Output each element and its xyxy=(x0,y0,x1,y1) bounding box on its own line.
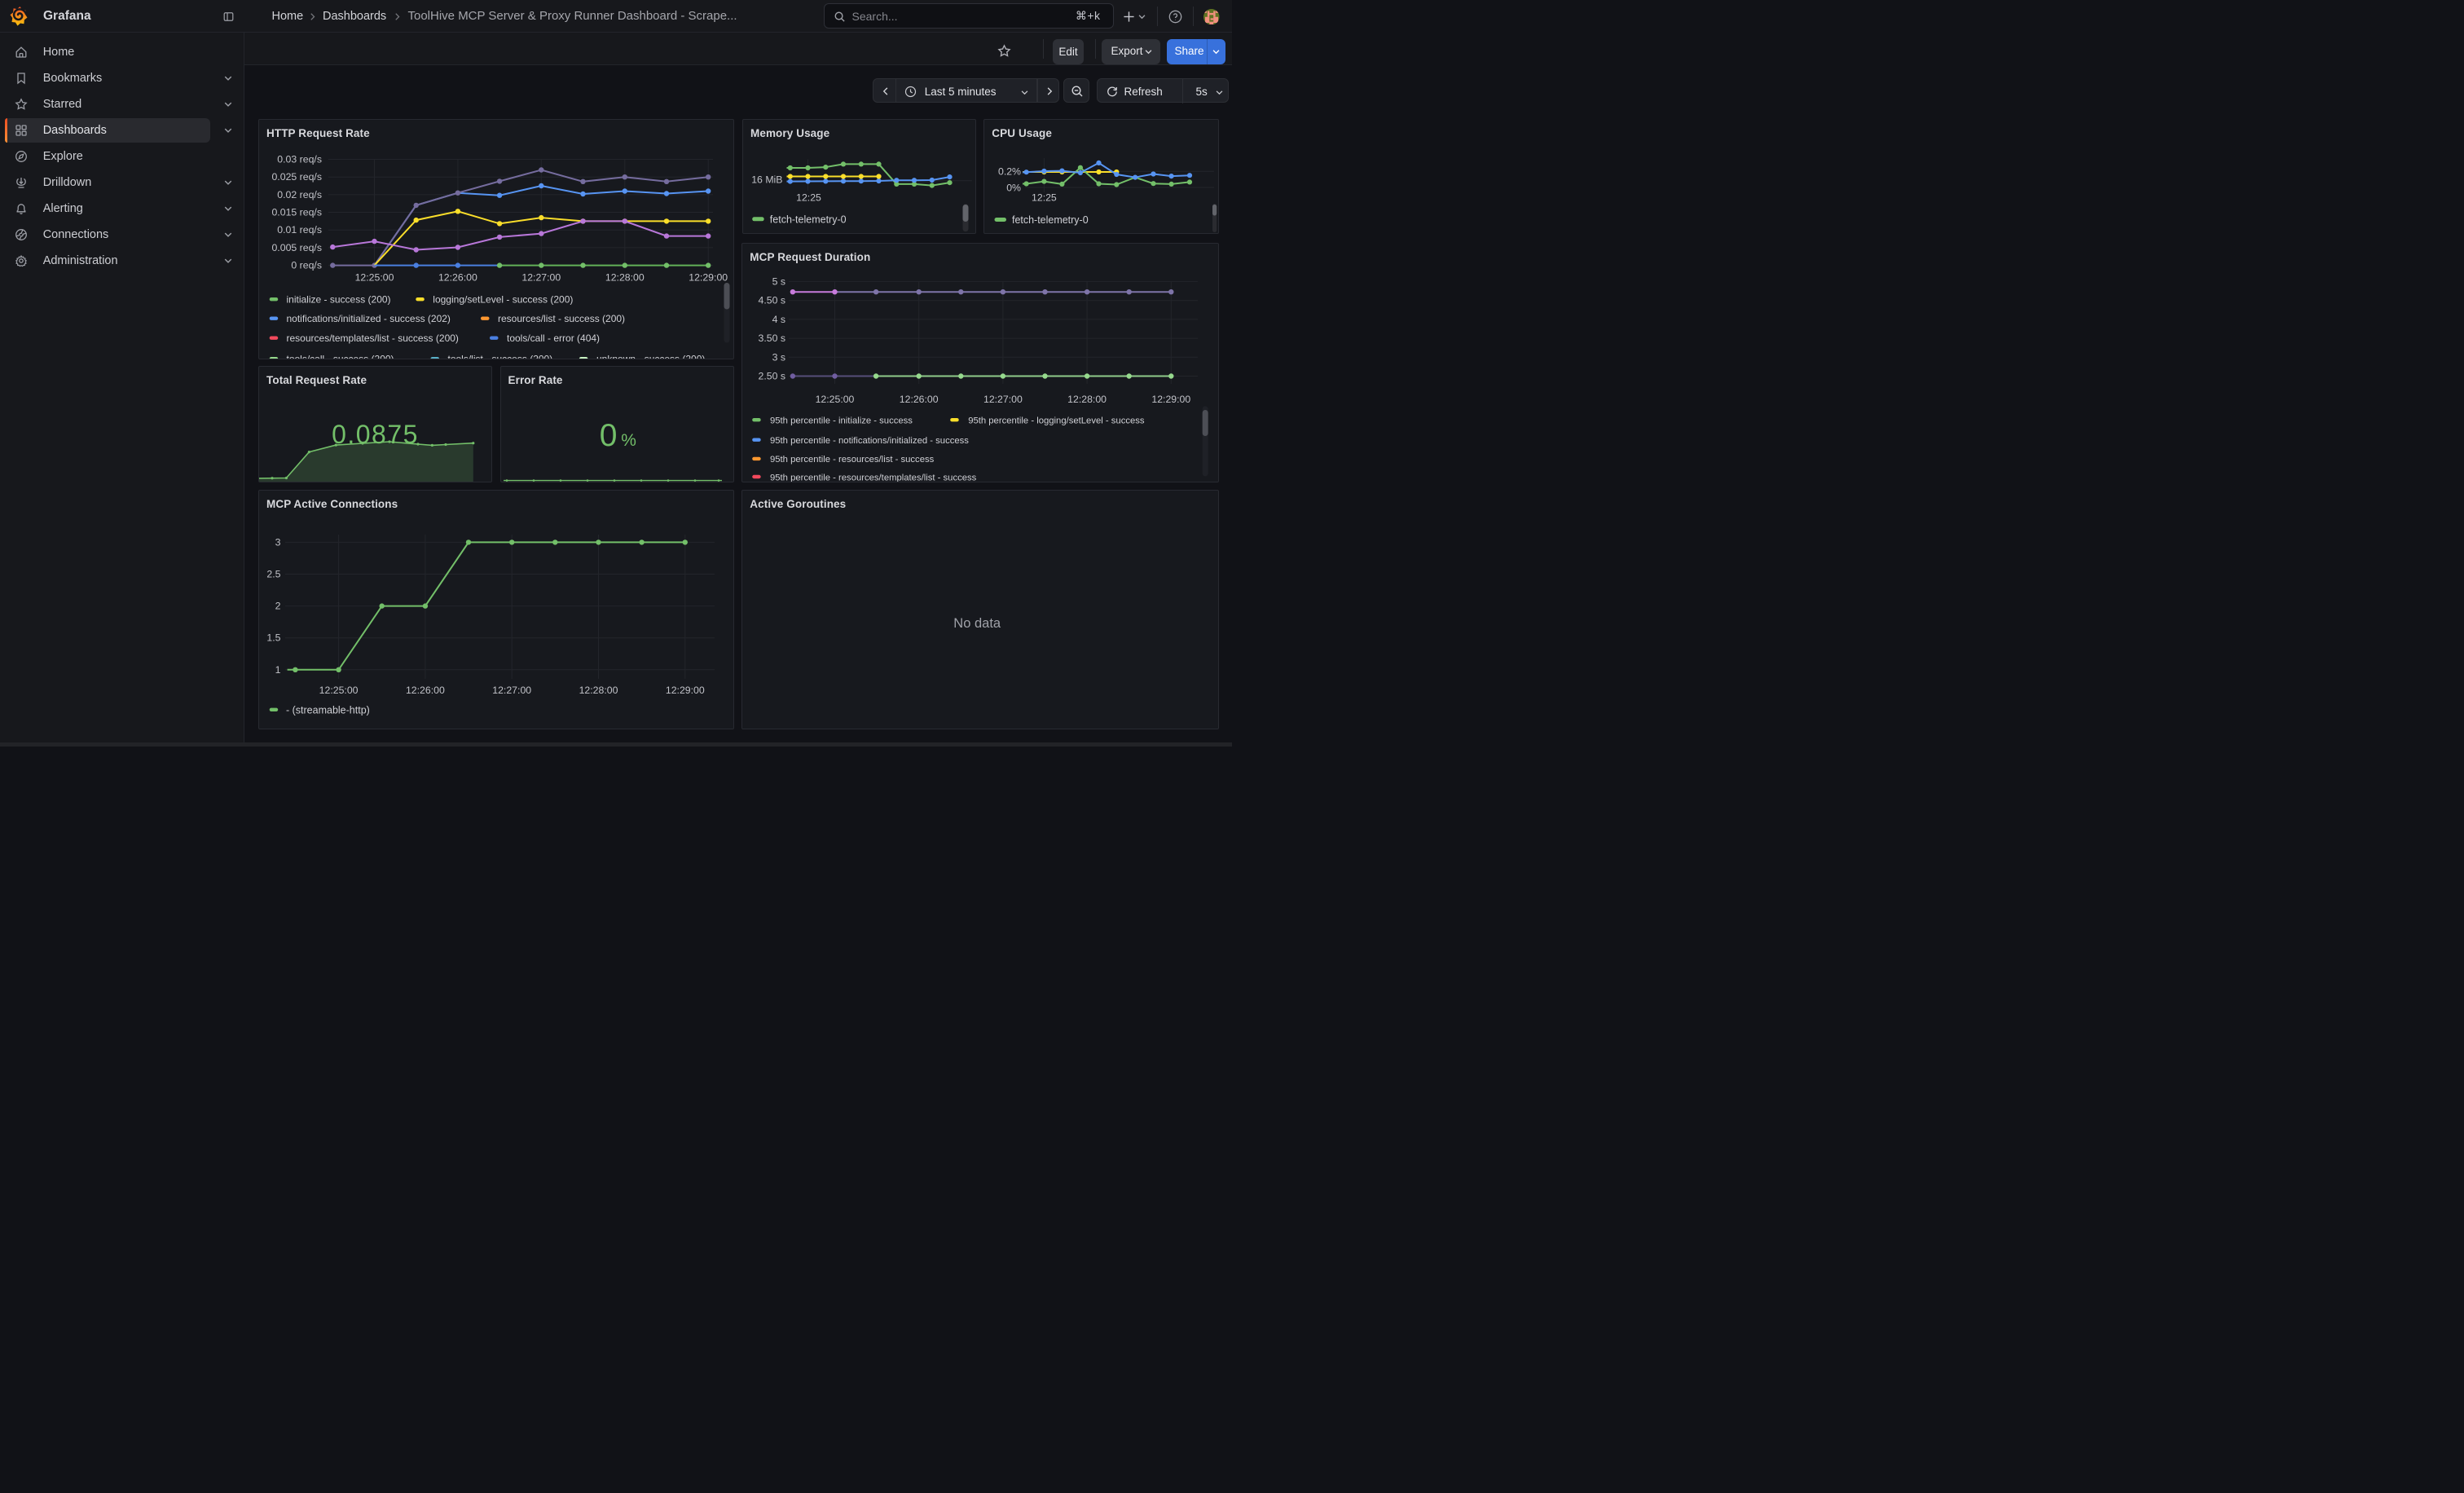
svg-text:95th percentile - logging/setL: 95th percentile - logging/setLevel - suc… xyxy=(968,416,1145,425)
svg-text:12:26:00: 12:26:00 xyxy=(900,394,939,405)
svg-text:resources/templates/list - suc: resources/templates/list - success (200) xyxy=(287,333,459,344)
svg-text:12:25: 12:25 xyxy=(796,192,821,203)
svg-text:95th percentile - initialize -: 95th percentile - initialize - success xyxy=(770,416,913,425)
svg-text:fetch-telemetry-0: fetch-telemetry-0 xyxy=(1012,214,1089,226)
svg-text:notifications/initialized - su: notifications/initialized - success (202… xyxy=(287,313,451,324)
svg-text:tools/call - success (200): tools/call - success (200) xyxy=(287,353,394,359)
svg-text:tools/list - success (200): tools/list - success (200) xyxy=(448,353,553,359)
svg-text:95th percentile - resources/te: 95th percentile - resources/templates/li… xyxy=(770,473,977,482)
svg-text:12:27:00: 12:27:00 xyxy=(983,394,1023,405)
svg-text:0.03 req/s: 0.03 req/s xyxy=(277,153,322,165)
svg-text:2.50 s: 2.50 s xyxy=(759,370,785,381)
svg-text:16 MiB: 16 MiB xyxy=(751,174,782,185)
svg-text:95th percentile - resources/li: 95th percentile - resources/list - succe… xyxy=(770,455,935,465)
svg-text:12:28:00: 12:28:00 xyxy=(579,685,618,696)
svg-text:12:28:00: 12:28:00 xyxy=(605,271,645,283)
svg-text:4.50 s: 4.50 s xyxy=(759,294,785,306)
svg-text:0.0875: 0.0875 xyxy=(332,420,419,449)
svg-text:12:29:00: 12:29:00 xyxy=(689,271,728,283)
svg-text:unknown - success (200): unknown - success (200) xyxy=(596,353,705,359)
svg-text:12:28:00: 12:28:00 xyxy=(1067,394,1107,405)
svg-text:12:26:00: 12:26:00 xyxy=(438,271,477,283)
svg-text:0.015 req/s: 0.015 req/s xyxy=(271,206,322,218)
svg-text:3 s: 3 s xyxy=(772,351,785,363)
svg-text:0.01 req/s: 0.01 req/s xyxy=(277,224,322,236)
svg-text:0.02 req/s: 0.02 req/s xyxy=(277,188,322,200)
svg-text:2.5: 2.5 xyxy=(266,569,280,580)
svg-text:%: % xyxy=(621,431,636,450)
svg-text:12:25: 12:25 xyxy=(1032,192,1057,203)
svg-text:4 s: 4 s xyxy=(772,313,785,324)
svg-text:initialize - success (200): initialize - success (200) xyxy=(287,293,391,305)
svg-text:2: 2 xyxy=(275,601,281,612)
svg-text:0%: 0% xyxy=(1007,182,1022,193)
svg-text:5 s: 5 s xyxy=(772,275,785,287)
svg-text:3: 3 xyxy=(275,537,281,548)
svg-text:95th percentile - notification: 95th percentile - notifications/initiali… xyxy=(770,436,969,446)
svg-text:12:27:00: 12:27:00 xyxy=(521,271,561,283)
svg-text:logging/setLevel - success (20: logging/setLevel - success (200) xyxy=(433,293,573,305)
svg-text:12:26:00: 12:26:00 xyxy=(406,685,445,696)
svg-text:tools/call - error (404): tools/call - error (404) xyxy=(507,333,600,344)
svg-text:12:29:00: 12:29:00 xyxy=(666,685,705,696)
svg-text:12:25:00: 12:25:00 xyxy=(319,685,359,696)
svg-text:12:25:00: 12:25:00 xyxy=(816,394,855,405)
svg-text:1.5: 1.5 xyxy=(266,632,280,644)
svg-text:0.2%: 0.2% xyxy=(998,165,1021,177)
svg-text:12:29:00: 12:29:00 xyxy=(1152,394,1191,405)
svg-text:fetch-telemetry-0: fetch-telemetry-0 xyxy=(770,214,847,225)
svg-text:12:27:00: 12:27:00 xyxy=(492,685,531,696)
svg-text:12:25:00: 12:25:00 xyxy=(355,271,394,283)
svg-text:0.025 req/s: 0.025 req/s xyxy=(271,171,322,183)
svg-text:- (streamable-http): - (streamable-http) xyxy=(286,705,370,716)
svg-text:0 req/s: 0 req/s xyxy=(291,259,322,271)
svg-text:0: 0 xyxy=(599,418,617,453)
svg-text:1: 1 xyxy=(275,664,281,676)
svg-text:3.50 s: 3.50 s xyxy=(759,333,785,344)
svg-text:resources/list - success (200): resources/list - success (200) xyxy=(498,313,625,324)
svg-text:0.005 req/s: 0.005 req/s xyxy=(271,241,322,253)
